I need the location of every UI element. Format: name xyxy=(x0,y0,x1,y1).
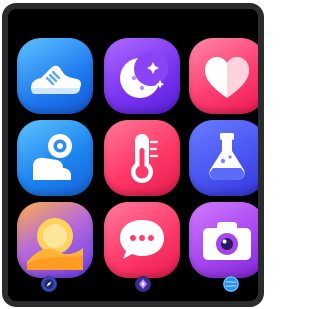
gallery-app-button[interactable] xyxy=(17,202,93,278)
lab-app-button[interactable] xyxy=(189,120,258,196)
chat-bubble-icon xyxy=(120,220,164,259)
watch-bezel xyxy=(2,3,264,307)
messages-app-button[interactable] xyxy=(104,202,180,278)
flexed-arm-icon xyxy=(33,134,72,180)
diamond-dock-button[interactable] xyxy=(135,276,151,292)
heart-rate-app-button[interactable] xyxy=(189,38,258,114)
compass-dock-button[interactable] xyxy=(41,276,57,292)
workout-app-button[interactable] xyxy=(17,38,93,114)
temperature-app-button[interactable] xyxy=(104,120,180,196)
globe-dock-button[interactable] xyxy=(223,276,239,292)
running-shoe-icon xyxy=(31,65,81,94)
globe-icon xyxy=(223,276,239,292)
camera-icon xyxy=(203,222,251,260)
sleep-app-button[interactable] xyxy=(104,38,180,114)
strength-app-button[interactable] xyxy=(17,120,93,196)
diamond-star-icon xyxy=(136,277,150,291)
camera-app-button[interactable] xyxy=(189,202,258,278)
landscape-sun-icon xyxy=(27,218,83,270)
watch-screen xyxy=(8,9,258,301)
moon-stars-icon xyxy=(120,52,168,98)
flask-icon xyxy=(209,133,245,180)
compass-icon xyxy=(42,277,56,291)
heart-icon xyxy=(205,57,249,98)
thermometer-icon xyxy=(131,134,159,183)
dock xyxy=(8,273,258,301)
app-grid xyxy=(8,9,258,278)
